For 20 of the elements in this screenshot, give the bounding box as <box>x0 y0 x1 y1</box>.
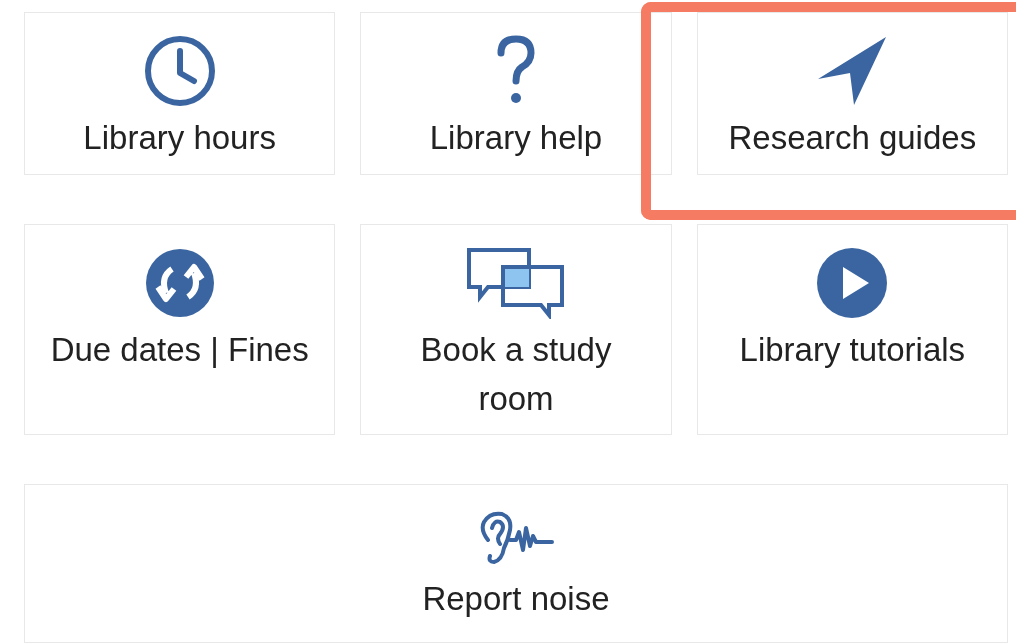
tile-label: Book a study room <box>419 330 613 419</box>
tile-label: Report noise <box>421 579 611 619</box>
play-icon <box>816 247 889 319</box>
link-tile[interactable]: Library hours <box>24 12 336 175</box>
link-tile[interactable]: Library help <box>360 12 672 175</box>
tile-label: Due dates | Fines <box>49 330 310 370</box>
tile-label: Research guides <box>727 118 978 158</box>
link-tile[interactable]: Book a study room <box>360 224 672 435</box>
link-tile[interactable]: Due dates | Fines <box>24 224 336 435</box>
clock-icon <box>143 35 216 107</box>
chat-bubbles-icon <box>466 247 566 319</box>
link-tile[interactable]: Library tutorials <box>696 224 1008 435</box>
ear-sound-wave-icon <box>478 510 554 566</box>
tile-label: Library hours <box>82 118 277 158</box>
refresh-icon <box>143 247 216 319</box>
link-tile[interactable]: Report noise <box>24 484 1008 643</box>
tile-label: Library help <box>428 118 604 158</box>
tile-label: Library tutorials <box>738 330 967 370</box>
link-tile[interactable]: Research guides <box>696 12 1008 175</box>
navigation-arrow-icon <box>816 35 889 107</box>
